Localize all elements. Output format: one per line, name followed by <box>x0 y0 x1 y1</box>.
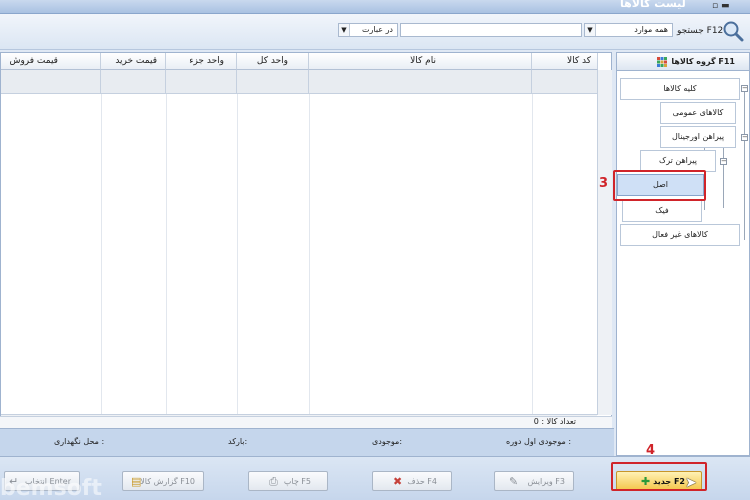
stock-label: موجودی: <box>372 437 403 446</box>
chevron-down-icon[interactable]: ▼ <box>585 24 596 36</box>
tree-node-turkish-shirts[interactable]: پیراهن ترک <box>640 150 716 172</box>
search-input[interactable] <box>400 23 582 37</box>
item-count: تعداد کالا : 0 <box>533 417 576 426</box>
search-bar: جستجو F12 ▼ همه موارد ▼ در عبارت <box>0 14 750 50</box>
delete-button[interactable]: ✖ حذف F4 <box>372 471 452 491</box>
tree-node-general-products[interactable]: کالاهای عمومی <box>660 102 736 124</box>
watermark: bemsoft <box>0 476 102 500</box>
category-tree-header[interactable]: گروه کالاها F11 <box>616 52 750 71</box>
item-count-bar: تعداد کالا : 0 <box>0 416 612 428</box>
column-header-subunit[interactable]: واحد جزء <box>166 53 237 70</box>
collapse-icon[interactable]: − <box>741 85 748 92</box>
title-bar: لیست کالاها ▫ ▬ <box>0 0 750 14</box>
opening-stock-label: موجودی اول دوره : <box>506 437 572 446</box>
filter-cell[interactable] <box>101 70 166 94</box>
tree-node-original-shirts[interactable]: پیراهن اورجینال <box>660 126 736 148</box>
pencil-icon: ✎ <box>509 475 519 488</box>
location-label: محل نگهداری : <box>54 437 105 446</box>
barcode-label: بارکد: <box>228 437 248 446</box>
column-divider <box>166 94 167 414</box>
product-report-button[interactable]: ▤ گزارش کالا F10 <box>122 471 204 491</box>
filter-cell[interactable] <box>166 70 237 94</box>
collapse-icon[interactable]: − <box>720 158 727 165</box>
filter-cell[interactable] <box>237 70 309 94</box>
column-divider <box>101 94 102 414</box>
window-controls[interactable]: ▫ ▬ <box>712 1 729 11</box>
mouse-cursor-icon: ➤ <box>685 475 697 491</box>
chevron-down-icon[interactable]: ▼ <box>339 24 350 36</box>
step-highlight-box <box>613 170 706 201</box>
collapse-icon[interactable]: − <box>741 134 748 141</box>
column-divider <box>309 94 310 414</box>
search-label: جستجو F12 <box>677 26 724 36</box>
search-icon[interactable] <box>722 20 744 42</box>
edit-button[interactable]: ✎ ویرایش F3 <box>494 471 574 491</box>
printer-icon: ⎙ <box>269 475 278 488</box>
search-match-select[interactable]: ▼ در عبارت <box>338 23 398 37</box>
column-divider <box>237 94 238 414</box>
filter-cell[interactable] <box>532 70 598 94</box>
column-header-name[interactable]: نام کالا <box>309 53 532 70</box>
vertical-scrollbar[interactable] <box>597 70 612 415</box>
column-divider <box>532 94 533 414</box>
print-button[interactable]: ⎙ چاپ F5 <box>248 471 328 491</box>
tree-node-fake[interactable]: فیک <box>622 200 702 222</box>
column-header-sell-price[interactable]: قیمت فروش <box>1 53 101 70</box>
window-title: لیست کالاها <box>620 0 686 10</box>
tree-node-inactive-products[interactable]: کالاهای غیر فعال <box>620 224 740 246</box>
column-header-buy-price[interactable]: قیمت خرید <box>101 53 166 70</box>
tree-line <box>744 92 745 240</box>
tree-node-all-products[interactable]: کلیه کالاها <box>620 78 740 100</box>
filter-cell[interactable] <box>1 70 101 94</box>
category-tree-title: گروه کالاها F11 <box>671 57 735 66</box>
step-marker-4: 4 <box>646 443 656 458</box>
products-grid[interactable]: کد کالا نام کالا واحد کل واحد جزء قیمت خ… <box>0 52 612 426</box>
delete-icon: ✖ <box>393 475 403 488</box>
step-marker-3: 3 <box>599 176 609 191</box>
grid-icon <box>657 57 667 67</box>
details-bar: موجودی اول دوره : موجودی: بارکد: محل نگه… <box>0 428 614 456</box>
column-header-code[interactable]: کد کالا <box>532 53 598 70</box>
filter-cell[interactable] <box>309 70 532 94</box>
column-header-unit[interactable]: واحد کل <box>237 53 309 70</box>
search-scope-select[interactable]: ▼ همه موارد <box>584 23 673 37</box>
